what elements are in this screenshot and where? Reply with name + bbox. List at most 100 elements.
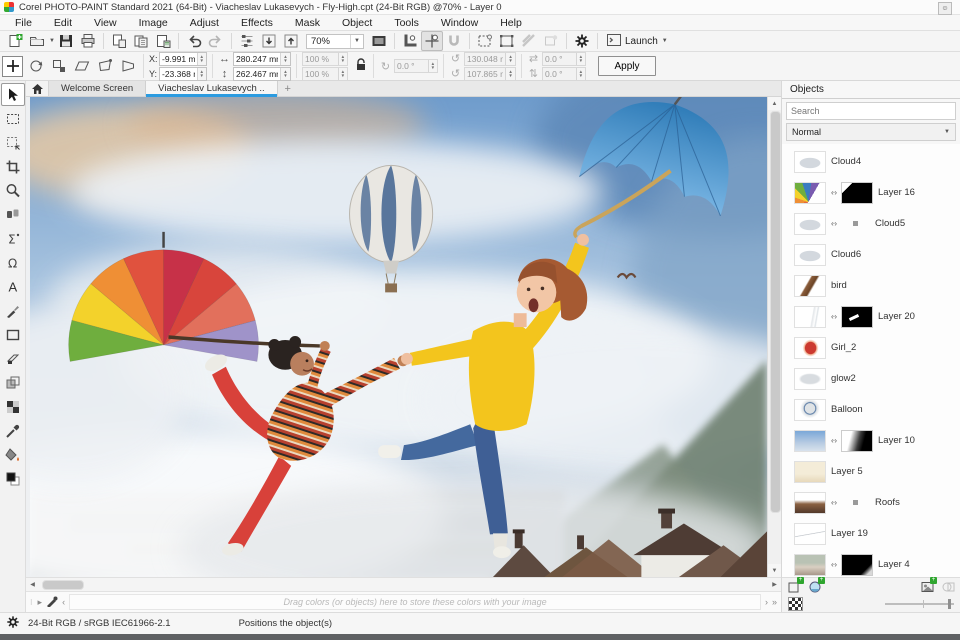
clip-mask-link-icon[interactable]: ‹·› [831,436,836,445]
crop-tool[interactable] [1,155,25,178]
layer-thumbnail[interactable] [794,554,826,576]
full-screen-preview-button[interactable] [368,31,390,51]
layer-thumbnail[interactable] [794,306,826,328]
redo-button[interactable] [205,31,227,51]
merge-mode-dropdown[interactable]: Normal ▼ [786,123,956,141]
clip-mask-thumbnail[interactable] [841,306,873,328]
layer-name[interactable]: glow2 [831,373,856,384]
open-button[interactable] [26,31,48,51]
opacity-slider[interactable] [885,599,955,609]
apply-button[interactable]: Apply [598,56,656,76]
acquire-image-button[interactable] [236,31,258,51]
layer-row[interactable]: ‹·› Layer 10 [782,425,960,456]
snap-button[interactable] [443,31,465,51]
layer-name[interactable]: Cloud6 [831,249,861,260]
layer-name[interactable]: Layer 10 [878,435,915,446]
scroll-left-arrow[interactable]: ◀ [26,578,39,590]
scroll-down-arrow[interactable]: ▼ [768,564,781,577]
tab-viacheslav-lukasevych-[interactable]: Viacheslav Lukasevych .. [146,81,278,96]
image-canvas[interactable] [26,97,767,577]
horizontal-scrollbar[interactable]: ◀ ▶ [26,577,781,591]
options-gear-button[interactable] [571,31,593,51]
layer-row[interactable]: Layer 5 [782,456,960,487]
rulers-button[interactable] [399,31,421,51]
layer-row[interactable]: Layer 19 [782,518,960,549]
palette-well[interactable]: Drag colors (or objects) here to store t… [69,594,761,610]
scroll-right-arrow[interactable]: ▶ [768,578,781,590]
eyedropper-tool[interactable] [1,419,25,442]
layer-name[interactable]: Cloud4 [831,156,861,167]
new-tab-button[interactable]: + [278,81,298,96]
pick-tool[interactable] [1,83,25,106]
status-gear-icon[interactable] [6,615,20,632]
layer-row[interactable]: ‹·› Layer 20 [782,301,960,332]
palette-end-icon[interactable]: » [772,597,777,607]
position-mode-button[interactable] [2,56,23,77]
layer-thumbnail[interactable] [794,523,826,545]
clip-mask-link-icon[interactable]: ‹·› [831,219,836,228]
transparency-tool[interactable] [1,395,25,418]
menu-edit[interactable]: Edit [43,15,83,30]
layer-row[interactable]: ‹·›Layer 4 [782,549,960,577]
clip-mask-link-icon[interactable]: ‹·› [831,312,836,321]
object-transparency-icon[interactable] [788,597,803,611]
layer-name[interactable]: Layer 16 [878,187,915,198]
layer-thumbnail[interactable] [794,213,826,235]
rectangle-mask-tool[interactable] [1,107,25,130]
layer-name[interactable]: Layer 20 [878,311,915,322]
layer-row[interactable]: ‹·› Roofs [782,487,960,518]
menu-effects[interactable]: Effects [230,15,284,30]
layer-name[interactable]: Layer 5 [831,466,863,477]
new-document-button[interactable] [4,31,26,51]
scale-mode-button[interactable] [48,56,69,77]
palette-eyedropper-icon[interactable] [46,595,58,610]
layer-row[interactable]: Balloon [782,394,960,425]
menu-mask[interactable]: Mask [284,15,331,30]
menu-file[interactable]: File [4,15,43,30]
clip-mask-thumbnail[interactable] [841,430,873,452]
layer-name[interactable]: Layer 4 [878,559,910,570]
scroll-up-arrow[interactable]: ▲ [768,97,781,110]
layer-name[interactable]: Cloud5 [875,218,905,229]
object-marquee-button[interactable] [496,31,518,51]
touch-up-tool[interactable]: Ω [1,251,25,274]
object-transparency-tool[interactable] [1,371,25,394]
palette-next-icon[interactable]: › [765,597,768,607]
effect-tool[interactable]: Σ [1,227,25,250]
mask-transform-tool[interactable] [1,131,25,154]
layer-thumbnail[interactable] [794,368,826,390]
paint-tool[interactable] [1,299,25,322]
x-position-field[interactable]: ▲▼ [159,52,207,66]
clip-mask-group-button[interactable] [518,31,540,51]
palette-scroll-left-icon[interactable]: ▸ [38,597,43,608]
layer-row[interactable]: glow2 [782,363,960,394]
account-icon[interactable]: ☺ [938,2,952,15]
clip-mask-thumbnail[interactable] [853,221,858,226]
tab-welcome-screen[interactable]: Welcome Screen [49,81,146,96]
clip-mask-link-icon[interactable]: ‹·› [831,188,836,197]
menu-window[interactable]: Window [430,15,489,30]
home-tab-icon[interactable] [26,81,49,96]
zoom-level-combo[interactable]: 70%▼ [306,34,364,49]
fill-tool[interactable] [1,443,25,466]
layer-row[interactable]: bird [782,270,960,301]
clip-mask-link-icon[interactable]: ‹·› [831,498,836,507]
menu-help[interactable]: Help [489,15,533,30]
skew-mode-button[interactable] [71,56,92,77]
palette-prev-icon[interactable]: ‹ [62,597,65,607]
layer-name[interactable]: Roofs [875,497,900,508]
perspective-mode-button[interactable] [117,56,138,77]
layer-name[interactable]: Balloon [831,404,863,415]
save-button[interactable] [55,31,77,51]
zoom-tool[interactable] [1,179,25,202]
layer-thumbnail[interactable] [794,461,826,483]
layer-row[interactable]: ‹·› Layer 16 [782,177,960,208]
palette-drag-handle[interactable]: ⁝ [30,598,34,607]
color-swatches[interactable] [1,467,25,490]
y-position-field[interactable]: ▲▼ [159,67,207,81]
layer-row[interactable]: Girl_2 [782,332,960,363]
guidelines-button[interactable] [421,31,443,51]
width-field[interactable]: ▲▼ [233,52,291,66]
clip-mask-thumbnail[interactable] [841,554,873,576]
layer-row[interactable]: Cloud6 [782,239,960,270]
